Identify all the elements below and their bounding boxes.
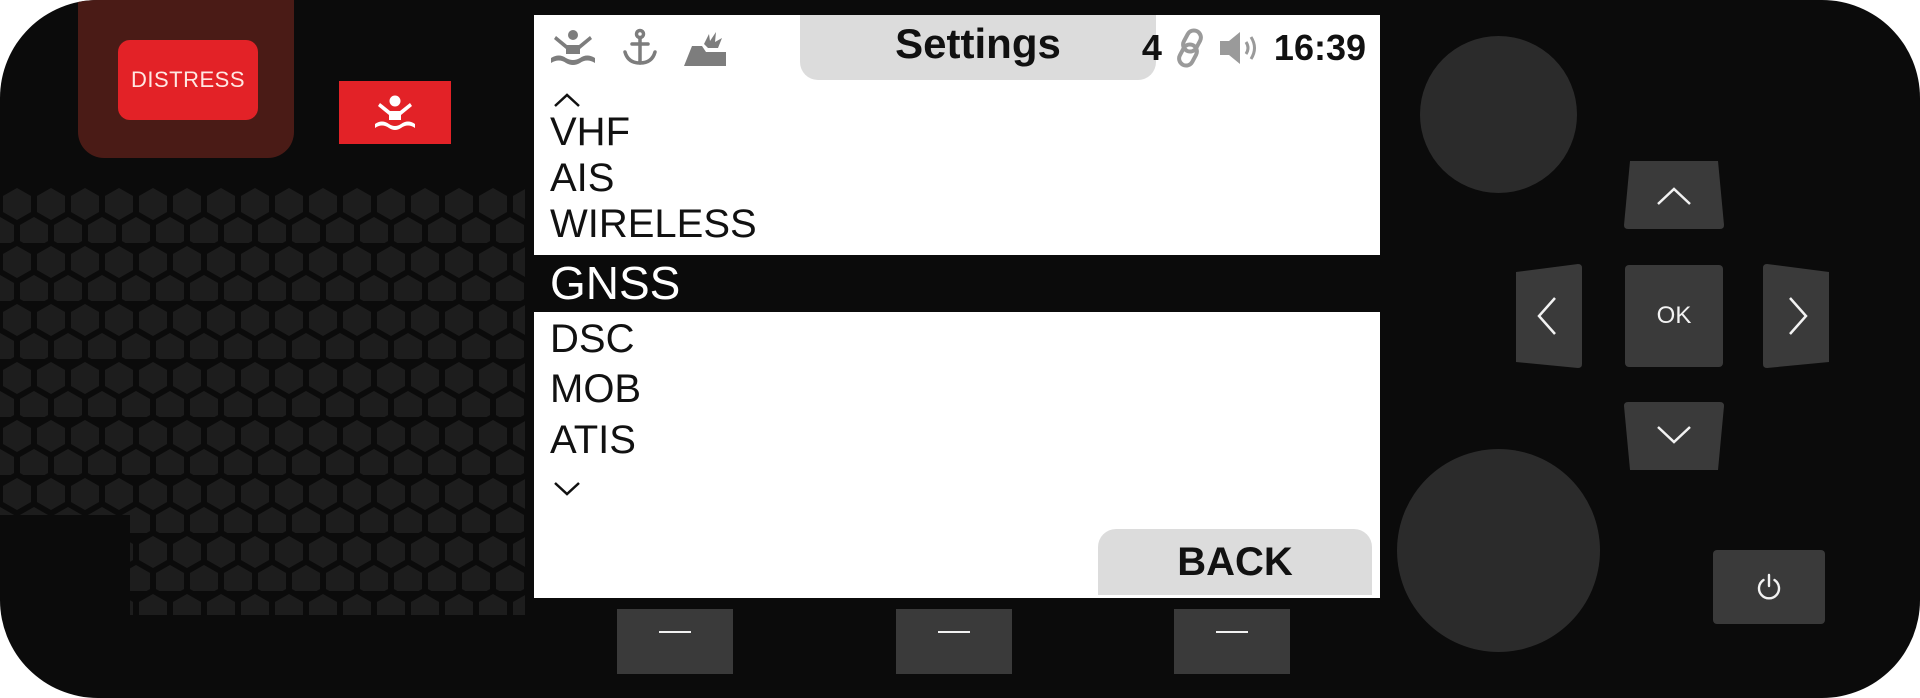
dash-icon <box>938 631 970 633</box>
power-button[interactable] <box>1713 550 1825 624</box>
scroll-up-icon[interactable] <box>552 91 582 109</box>
radio-device: DISTRESS Settings 4 16:39 VHF AIS WIRELE… <box>0 0 1920 698</box>
up-button[interactable] <box>1622 161 1726 231</box>
man-overboard-icon <box>548 28 598 73</box>
menu-item-ais[interactable]: AIS <box>534 155 1380 201</box>
left-button[interactable] <box>1512 264 1584 368</box>
menu-item-vhf[interactable]: VHF <box>534 109 1380 155</box>
dash-icon <box>659 631 691 633</box>
man-overboard-icon <box>375 95 415 130</box>
speaker-icon <box>1219 32 1256 64</box>
screen-title: Settings <box>895 20 1061 67</box>
softkey-3[interactable] <box>1174 609 1290 674</box>
ok-button[interactable]: OK <box>1625 265 1723 367</box>
menu-item-mob[interactable]: MOB <box>534 366 1380 412</box>
ship-alert-icon <box>682 30 728 73</box>
softkey-1[interactable] <box>617 609 733 674</box>
mob-button[interactable] <box>339 81 451 144</box>
power-icon <box>1757 573 1781 600</box>
menu-item-atis[interactable]: ATIS <box>534 417 1380 463</box>
clock: 16:39 <box>1273 27 1366 68</box>
anchor-icon <box>620 28 660 73</box>
status-bar: 4 16:39 <box>1142 23 1366 73</box>
scroll-down-icon[interactable] <box>552 479 582 497</box>
display-screen: Settings 4 16:39 VHF AIS WIRELESS GNSS D… <box>534 15 1380 598</box>
menu-item-wireless[interactable]: WIRELESS <box>534 201 1380 247</box>
link-icon <box>1177 28 1203 68</box>
channel-count: 4 <box>1141 27 1162 68</box>
right-button[interactable] <box>1761 264 1833 368</box>
menu-item-gnss[interactable]: GNSS <box>534 255 1380 312</box>
dash-icon <box>1216 631 1248 633</box>
softkey-2[interactable] <box>896 609 1012 674</box>
channel-knob[interactable] <box>1397 449 1600 652</box>
volume-knob[interactable] <box>1420 36 1577 193</box>
back-button[interactable]: BACK <box>1098 529 1372 595</box>
menu-item-dsc[interactable]: DSC <box>534 316 1380 362</box>
distress-button[interactable]: DISTRESS <box>118 40 258 120</box>
down-button[interactable] <box>1622 400 1726 470</box>
speaker-grille <box>0 185 525 615</box>
screen-title-tab: Settings <box>800 15 1156 80</box>
